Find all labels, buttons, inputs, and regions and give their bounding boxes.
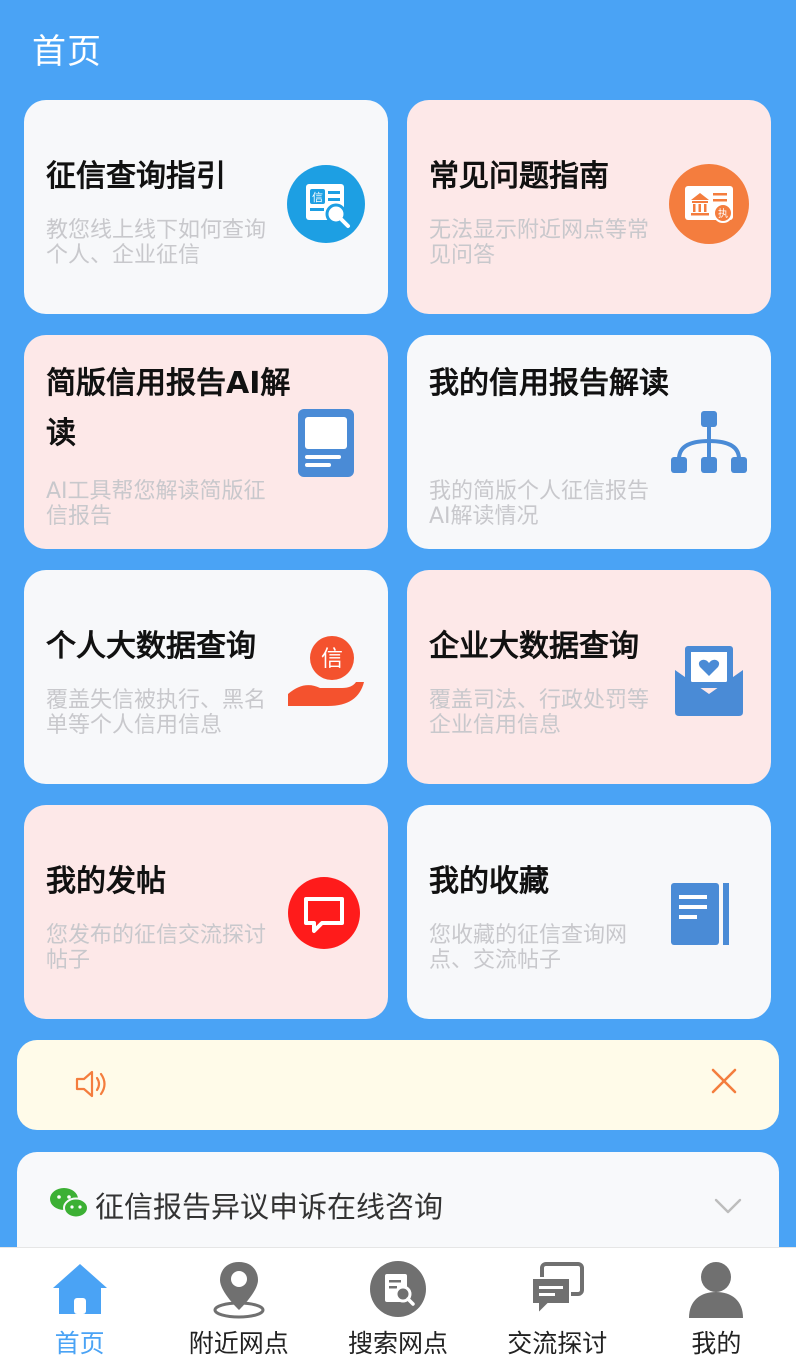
card-credit-query-guide[interactable]: 征信查询指引 教您线上线下如何查询个人、企业征信 信 (24, 100, 388, 314)
card-desc: 无法显示附近网点等常见问答 (429, 218, 650, 268)
card-desc: 覆盖失信被执行、黑名单等个人信用信息 (46, 688, 267, 738)
tab-home[interactable]: 首页 (0, 1248, 159, 1360)
card-my-posts[interactable]: 我的发帖 您发布的征信交流探讨帖子 (24, 805, 388, 1019)
hand-credit-icon: 信 (284, 630, 368, 714)
tab-label: 交流探讨 (507, 1329, 608, 1358)
card-title: 企业大数据查询 (429, 629, 639, 664)
page-title: 首页 (32, 32, 102, 72)
tab-label: 附近网点 (188, 1329, 289, 1358)
tab-label: 我的 (691, 1329, 742, 1358)
consult-label: 征信报告异议申诉在线咨询 (95, 1190, 444, 1224)
svg-text:执: 执 (718, 207, 728, 220)
tab-label: 首页 (54, 1329, 105, 1358)
card-my-favorites[interactable]: 我的收藏 您收藏的征信查询网点、交流帖子 (407, 805, 771, 1019)
bottom-tab-bar: 首页 附近网点 搜索网点 交流探讨 我的 (0, 1247, 796, 1360)
tab-search-branches[interactable]: 搜索网点 (318, 1248, 477, 1360)
card-title: 我的收藏 (429, 864, 549, 899)
card-title: 征信查询指引 (46, 159, 226, 194)
home-icon (49, 1258, 111, 1320)
card-desc: 覆盖司法、行政处罚等企业信用信息 (429, 688, 650, 738)
speaker-icon (73, 1066, 109, 1106)
tab-discussion[interactable]: 交流探讨 (478, 1248, 637, 1360)
card-faq-guide[interactable]: 常见问题指南 无法显示附近网点等常见问答 执 (407, 100, 771, 314)
card-desc: AI工具帮您解读简版征信报告 (46, 479, 266, 529)
svg-text:信: 信 (321, 647, 343, 672)
close-icon[interactable] (709, 1066, 739, 1100)
search-doc-icon (367, 1258, 429, 1320)
bank-license-icon: 执 (667, 162, 751, 246)
credit-search-icon: 信 (284, 162, 368, 246)
tab-nearby[interactable]: 附近网点 (159, 1248, 318, 1360)
card-title: 我的信用报告解读 (429, 366, 669, 401)
chat-bubble-icon (282, 875, 366, 959)
notebook-icon (659, 879, 743, 963)
hierarchy-icon (667, 405, 751, 489)
wechat-icon (49, 1186, 89, 1224)
card-desc: 教您线上线下如何查询个人、企业征信 (46, 218, 267, 268)
card-enterprise-bigdata[interactable]: 企业大数据查询 覆盖司法、行政处罚等企业信用信息 (407, 570, 771, 784)
card-ai-report-reading[interactable]: 简版信用报告AI解读 AI工具帮您解读简版征信报告 (24, 335, 388, 549)
report-book-icon (284, 405, 368, 489)
envelope-heart-icon (667, 640, 751, 724)
chevron-down-icon[interactable] (713, 1196, 743, 1220)
card-desc: 您发布的征信交流探讨帖子 (46, 923, 267, 973)
card-title: 我的发帖 (46, 864, 166, 899)
notice-bar (17, 1040, 779, 1130)
card-personal-bigdata[interactable]: 个人大数据查询 覆盖失信被执行、黑名单等个人信用信息 信 (24, 570, 388, 784)
card-desc: 我的简版个人征信报告AI解读情况 (429, 479, 650, 529)
card-desc: 您收藏的征信查询网点、交流帖子 (429, 923, 628, 973)
tab-mine[interactable]: 我的 (637, 1248, 796, 1360)
card-title: 个人大数据查询 (46, 629, 256, 664)
discussion-icon (526, 1258, 588, 1320)
card-title: 简版信用报告AI解读 (46, 366, 291, 451)
svg-text:信: 信 (312, 191, 323, 204)
card-title: 常见问题指南 (429, 159, 609, 194)
card-my-report-reading[interactable]: 我的信用报告解读 我的简版个人征信报告AI解读情况 (407, 335, 771, 549)
location-pin-icon (208, 1258, 270, 1320)
tab-label: 搜索网点 (348, 1329, 449, 1358)
user-icon (685, 1258, 747, 1320)
